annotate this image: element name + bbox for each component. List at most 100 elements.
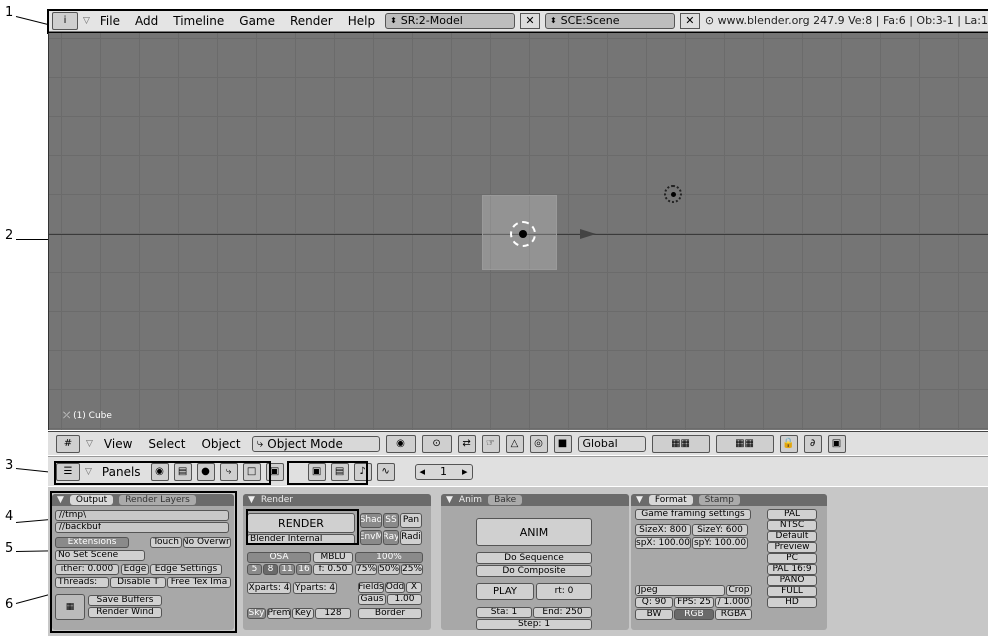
render-view-icon[interactable]: ▣: [827, 434, 846, 453]
preset-pc[interactable]: PC: [767, 553, 817, 564]
x-toggle[interactable]: X: [406, 582, 422, 593]
translate-icon[interactable]: △: [505, 434, 524, 453]
preset-ntsc[interactable]: NTSC: [767, 520, 817, 531]
game-framing-button[interactable]: Game framing settings: [635, 509, 751, 520]
preset-preview[interactable]: Preview: [767, 542, 817, 553]
snap-icon[interactable]: ∂: [803, 434, 822, 453]
fps-base-field[interactable]: / 1.000: [715, 597, 752, 608]
aspect-y-field[interactable]: spY: 100.00: [692, 537, 748, 549]
annotation-line-1: [15, 16, 50, 26]
quality-field[interactable]: Q: 90: [635, 597, 673, 608]
view-type-icon[interactable]: #: [56, 434, 80, 453]
lamp-object-icon[interactable]: [664, 185, 682, 203]
draw-type-icon[interactable]: ◉: [385, 434, 416, 453]
play-button[interactable]: PLAY: [476, 583, 534, 600]
osa-11-button[interactable]: 11: [279, 564, 295, 575]
layer-buttons-left[interactable]: ▦▦: [651, 434, 710, 453]
do-sequence-toggle[interactable]: Do Sequence: [476, 552, 592, 564]
left-arrow-icon: ◂: [419, 465, 426, 478]
preset-hd[interactable]: HD: [767, 597, 817, 608]
bw-toggle[interactable]: BW: [635, 609, 673, 620]
anim-panel-header[interactable]: ▼ Anim Bake: [441, 494, 629, 506]
tab-stamp[interactable]: Stamp: [698, 495, 740, 505]
yparts-field[interactable]: Yparts: 4: [293, 582, 337, 594]
crop-toggle[interactable]: Crop: [726, 585, 752, 596]
mode-selector[interactable]: ⤷ Object Mode: [251, 435, 380, 452]
highlight-box-1: [47, 9, 988, 34]
pivot-icon[interactable]: ⊙: [421, 434, 452, 453]
raytrace-toggle[interactable]: Ray: [383, 530, 399, 545]
size-50-button[interactable]: 50%: [378, 564, 400, 575]
radiosity-toggle[interactable]: Radi: [400, 530, 422, 545]
layer-buttons-right[interactable]: ▦▦: [715, 434, 774, 453]
frame-number-field[interactable]: ◂ 1 ▸: [414, 463, 473, 480]
render-panel-header[interactable]: ▼ Render: [243, 494, 431, 506]
sky-button[interactable]: Sky: [247, 608, 266, 619]
rgba-toggle[interactable]: RGBA: [715, 609, 752, 620]
menu-object[interactable]: Object: [196, 437, 245, 451]
aspect-x-field[interactable]: spX: 100.00: [635, 537, 691, 549]
osa-toggle[interactable]: OSA: [247, 552, 311, 563]
anim-panel: ▼ Anim Bake ANIM Do Sequence Do Composite…: [441, 494, 629, 630]
arrow-icon: [580, 229, 596, 239]
shadow-toggle[interactable]: Shad: [360, 513, 382, 528]
do-composite-toggle[interactable]: Do Composite: [476, 565, 592, 577]
size-x-field[interactable]: SizeX: 800: [635, 524, 691, 536]
annotation-1: 1: [5, 5, 14, 20]
manipulator-icon[interactable]: ⇄: [457, 434, 476, 453]
odd-toggle[interactable]: Odd: [385, 582, 405, 593]
size-percent-field[interactable]: 100%: [355, 552, 423, 563]
menu-view[interactable]: View: [99, 437, 137, 451]
xparts-field[interactable]: Xparts: 4: [247, 582, 291, 594]
orientation-selector[interactable]: Global: [577, 435, 646, 452]
end-frame-field[interactable]: End: 250: [533, 607, 592, 618]
3d-viewport[interactable]: ⤫ (1) Cube: [48, 33, 988, 430]
tab-format[interactable]: Format: [648, 495, 693, 505]
preset-pal[interactable]: PAL: [767, 509, 817, 520]
motion-blur-toggle[interactable]: MBLU: [313, 552, 353, 563]
preset-pal169[interactable]: PAL 16:9: [767, 564, 817, 575]
size-y-field[interactable]: SizeY: 600: [692, 524, 748, 536]
format-panel-header[interactable]: ▼ Format Stamp: [631, 494, 827, 506]
mblur-factor-field[interactable]: f: 0.50: [313, 564, 353, 575]
preset-default[interactable]: Default: [767, 531, 817, 542]
3d-cursor-icon[interactable]: [510, 221, 536, 247]
preset-full[interactable]: FULL: [767, 586, 817, 597]
rgb-toggle[interactable]: RGB: [674, 609, 714, 620]
preset-pano[interactable]: PANO: [767, 575, 817, 586]
scale-icon[interactable]: ■: [553, 434, 572, 453]
envmap-toggle[interactable]: EnvM: [360, 530, 382, 545]
highlight-box-3b: [287, 461, 368, 485]
axis-icon: ⤫: [63, 411, 74, 421]
lock-icon[interactable]: 🔒: [779, 434, 798, 453]
fps-field[interactable]: FPS: 25: [674, 597, 714, 608]
filter-selector[interactable]: Gaus: [358, 594, 386, 605]
osa-8-button[interactable]: 8: [263, 564, 278, 575]
rotate-icon[interactable]: ◎: [529, 434, 548, 453]
hand-icon[interactable]: ☞: [481, 434, 500, 453]
sss-toggle[interactable]: SS: [383, 513, 399, 528]
object-mode-icon: ⤷: [256, 436, 264, 450]
bits-selector[interactable]: 128: [315, 608, 351, 619]
size-75-button[interactable]: 75%: [355, 564, 377, 575]
sequencer-buttons-icon[interactable]: ∿: [376, 462, 395, 481]
buttons-window: ▼ Output Render Layers //tmp\ //backbuf E…: [48, 487, 988, 636]
file-format-selector[interactable]: Jpeg: [635, 585, 725, 596]
key-button[interactable]: Key: [292, 608, 314, 619]
menu-select[interactable]: Select: [143, 437, 190, 451]
rt-field[interactable]: rt: 0: [536, 583, 592, 600]
size-25-button[interactable]: 25%: [401, 564, 423, 575]
fields-toggle[interactable]: Fields: [358, 582, 384, 593]
premul-button[interactable]: Prem: [267, 608, 291, 619]
panorama-toggle[interactable]: Pan: [400, 513, 422, 528]
collapse-triangle-icon[interactable]: ▽: [86, 439, 93, 449]
tab-anim[interactable]: Anim: [459, 495, 482, 505]
filter-size-field[interactable]: 1.00: [387, 594, 422, 605]
border-toggle[interactable]: Border: [358, 608, 422, 619]
start-frame-field[interactable]: Sta: 1: [476, 607, 532, 618]
osa-5-button[interactable]: 5: [247, 564, 262, 575]
anim-button[interactable]: ANIM: [476, 518, 592, 546]
tab-bake[interactable]: Bake: [488, 495, 523, 505]
osa-16-button[interactable]: 16: [296, 564, 312, 575]
step-field[interactable]: Step: 1: [476, 619, 592, 630]
